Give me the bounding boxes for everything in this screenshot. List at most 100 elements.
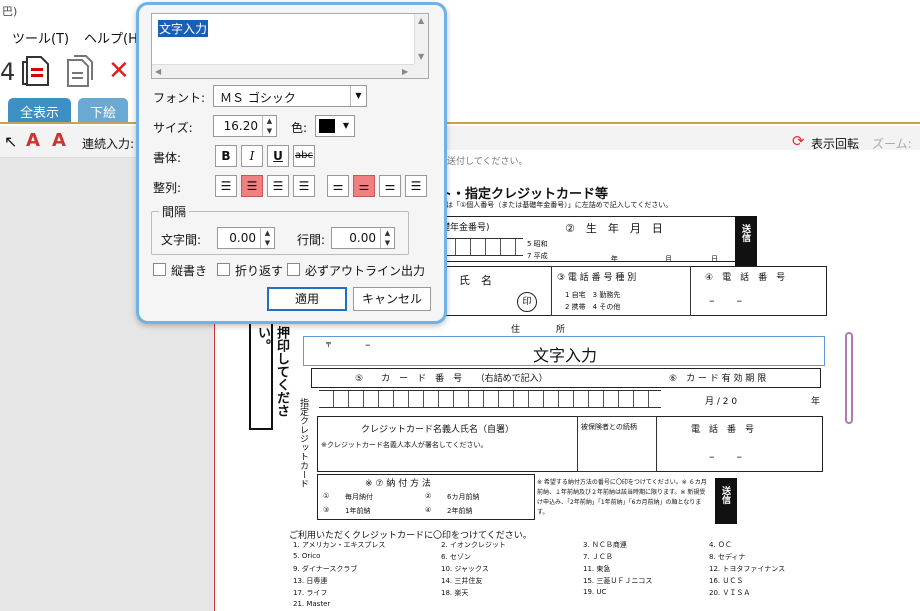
postal-mark: 〒 [325, 341, 332, 349]
chevron-down-icon: ▼ [350, 86, 366, 106]
card-item: 19. UC [583, 588, 607, 596]
card-item: 17. ライフ [293, 589, 328, 597]
card-item: 20. ＶＩＳＡ [709, 589, 751, 597]
seal-mark: 印 [517, 292, 537, 312]
align-right-icon[interactable]: ☰ [267, 175, 289, 197]
relation-header: 被保険者との続柄 [581, 423, 637, 431]
font-select-value: ＭＳ ゴシック [220, 91, 296, 105]
phone-header: ④ 電 話 番 号 [705, 273, 786, 283]
text-input-display[interactable]: 文字入力 [533, 342, 597, 366]
card-item: 13. 日専連 [293, 577, 328, 585]
pay-3: 1年前納 [345, 507, 371, 515]
align-justify-icon[interactable]: ☰ [293, 175, 315, 197]
era-showa: 5 昭和 [527, 240, 548, 248]
menu-help[interactable]: ヘルプ(H [84, 28, 138, 47]
apply-button[interactable]: 適用 [267, 287, 347, 311]
card-item: 16. ＵＣＳ [709, 577, 744, 585]
vertical-checkbox[interactable] [153, 263, 166, 276]
text-area-hscroll[interactable]: ◀ ▶ [152, 64, 416, 78]
tab-underlay[interactable]: 下絵 [78, 98, 129, 122]
scroll-up-icon[interactable]: ▲ [418, 16, 424, 25]
bold-button[interactable]: B [215, 145, 237, 167]
pay-1: 毎月納付 [345, 493, 373, 501]
pay-4-no: ④ [425, 506, 432, 514]
menu-tools[interactable]: ツール(T) [12, 28, 69, 47]
text-area[interactable]: 文字入力 ▲ ▼ ◀ ▶ [151, 13, 429, 79]
name-header: 氏 名 [459, 274, 492, 287]
valign-distribute-icon[interactable]: ☰ [405, 175, 427, 197]
pension-digits [441, 238, 523, 256]
new-document-icon[interactable] [22, 54, 52, 88]
spin-up-icon[interactable]: ▲ [263, 116, 276, 126]
card-item: 10. ジャックス [441, 565, 489, 573]
card-item: 5. Orico [293, 552, 321, 560]
valign-bottom-icon[interactable]: ⚌ [379, 175, 401, 197]
strike-button[interactable]: abc [293, 145, 315, 167]
birth-header: ② 生 年 月 日 [565, 222, 663, 235]
day-unit: 日 [711, 255, 718, 263]
month-unit: 月 [665, 255, 672, 263]
align-label: 整列: [153, 181, 182, 195]
phone-dash: – – [709, 294, 742, 307]
pay-2: 6カ月前納 [447, 493, 480, 501]
cancel-button[interactable]: キャンセル [353, 287, 431, 311]
chevron-down-icon: ▼ [338, 116, 354, 136]
align-left-icon[interactable]: ☰ [215, 175, 237, 197]
send-box-top: 送信 [735, 216, 757, 266]
card-item: 11. 東急 [583, 565, 611, 573]
style-label: 書体: [153, 151, 182, 165]
color-select[interactable]: ▼ [315, 115, 355, 137]
scroll-down-icon[interactable]: ▼ [418, 52, 424, 61]
font-select[interactable]: ＭＳ ゴシック ▼ [213, 85, 367, 107]
char-spacing-spinner[interactable]: 0.00 ▲ ▼ [217, 227, 275, 249]
wrap-checkbox[interactable] [217, 263, 230, 276]
text-area-value[interactable]: 文字入力 [158, 20, 209, 37]
text-san-icon[interactable]: A [26, 130, 40, 151]
spin-up-icon[interactable]: ▲ [261, 228, 274, 238]
spacing-group-title: 間隔 [159, 203, 190, 220]
italic-button[interactable]: I [241, 145, 263, 167]
font-label: フォント: [153, 91, 206, 105]
pay-3-no: ③ [323, 506, 330, 514]
rotate-icon[interactable]: ⟳ [792, 132, 805, 150]
copy-document-icon[interactable] [64, 54, 96, 88]
delete-icon[interactable]: ✕ [108, 58, 130, 84]
scroll-left-icon[interactable]: ◀ [155, 67, 161, 76]
holder-header: クレジットカード名義人氏名（自署） [361, 425, 515, 435]
scroll-right-icon[interactable]: ▶ [402, 67, 408, 76]
spin-up-icon[interactable]: ▲ [381, 228, 394, 238]
size-spinner[interactable]: 16.20 ▲ ▼ [213, 115, 277, 137]
scroll-corner [414, 64, 428, 78]
card-item: 18. 楽天 [441, 589, 469, 597]
tab-show-all[interactable]: 全表示 [8, 98, 72, 122]
era-heisei: 7 平成 [527, 252, 548, 260]
top-note: 送付してください。 [447, 157, 528, 167]
holder-note: ※クレジットカード名義人本人が署名してください。 [321, 441, 488, 449]
address-header: 住 所 [511, 325, 566, 335]
pointer-icon[interactable]: ↖ [4, 132, 17, 151]
color-label: 色: [291, 121, 308, 135]
align-center-icon[interactable]: ☰ [241, 175, 263, 197]
card-item: 15. 三菱ＵＦＪニコス [583, 577, 653, 585]
expiry-year: 年 [811, 397, 821, 407]
text-area-vscroll[interactable]: ▲ ▼ [414, 14, 428, 66]
spin-down-icon[interactable]: ▼ [263, 126, 276, 136]
send-box-bottom: 送信 [715, 478, 737, 524]
valign-top-icon[interactable]: ⚌ [327, 175, 349, 197]
payment-header: ※ ⑦ 納 付 方 法 [365, 479, 431, 489]
spin-down-icon[interactable]: ▼ [381, 238, 394, 248]
card-item: 4. ＯＣ [709, 541, 732, 549]
text-icon[interactable]: A [52, 130, 66, 151]
outline-checkbox[interactable] [287, 263, 300, 276]
spin-down-icon[interactable]: ▼ [261, 238, 274, 248]
line-spacing-spinner[interactable]: 0.00 ▲ ▼ [331, 227, 395, 249]
expiry-slash: 月 / 2 0 [705, 397, 738, 407]
resize-handle[interactable] [845, 332, 853, 424]
card-item: 12. トヨタファイナンス [709, 565, 786, 573]
send-label-top: 送信 [740, 224, 750, 242]
wrap-label: 折り返す [235, 264, 284, 278]
underline-button[interactable]: U [267, 145, 289, 167]
valign-middle-icon[interactable]: ⚌ [353, 175, 375, 197]
pay-1-no: ① [323, 492, 330, 500]
color-swatch [319, 119, 335, 133]
